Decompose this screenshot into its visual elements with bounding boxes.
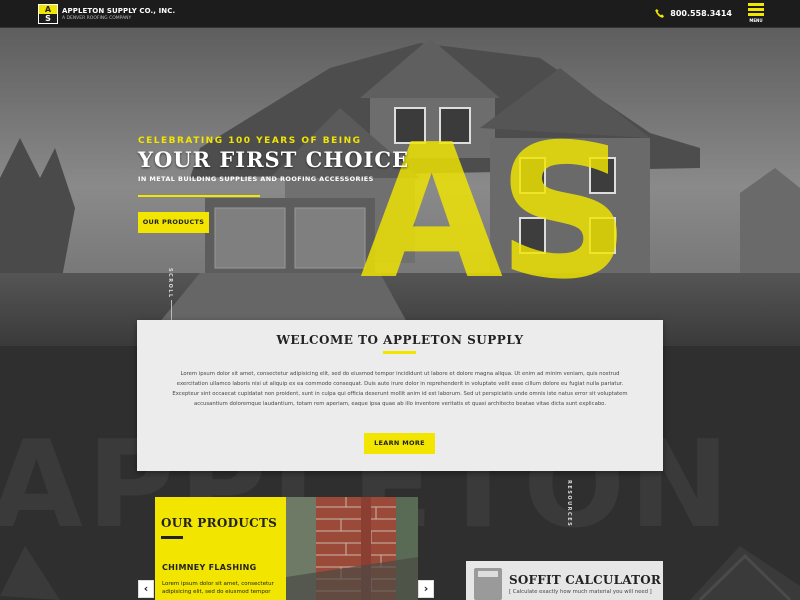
hero-divider [138, 195, 260, 197]
hamburger-icon-bar [748, 13, 764, 16]
phone-icon [655, 9, 665, 18]
hero-section: AS CELEBRATING 100 YEARS OF BEING YOUR F… [0, 28, 800, 346]
phone-link[interactable]: 800.558.3414 [655, 9, 732, 18]
our-products-button[interactable]: OUR PRODUCTS [138, 212, 209, 233]
product-description: Lorem ipsum dolor sit amet, consectetur … [162, 581, 274, 595]
brand-name: APPLETON SUPPLY CO., INC. [62, 7, 176, 15]
top-navigation-bar: A S APPLETON SUPPLY CO., INC. A DENVER R… [0, 0, 800, 28]
soffit-calculator-title: SOFFIT CALCULATOR [509, 573, 662, 587]
logo-letter-a: A [39, 5, 57, 14]
hero-kicker: CELEBRATING 100 YEARS OF BEING [138, 136, 409, 146]
products-title: OUR PRODUCTS [161, 516, 278, 530]
resources-label[interactable]: RESOURCES [566, 480, 572, 527]
hero-headline: YOUR FIRST CHOICE [138, 147, 410, 172]
product-image-chimney[interactable] [286, 497, 418, 600]
product-name[interactable]: CHIMNEY FLASHING [162, 563, 257, 572]
welcome-title: WELCOME TO APPLETON SUPPLY [276, 333, 524, 347]
menu-button[interactable]: MENU [748, 3, 764, 23]
hamburger-icon-bar [748, 8, 764, 11]
learn-more-button[interactable]: LEARN MORE [364, 433, 435, 454]
hero-kicker-pre: CELEBRATING [138, 136, 229, 146]
menu-label: MENU [749, 18, 763, 23]
chimney-brick-image [286, 497, 418, 600]
calculator-icon [474, 568, 502, 600]
hero-kicker-post: YEARS OF BEING [251, 136, 362, 146]
soffit-calculator-tagline: [ Calculate exactly how much material yo… [509, 589, 652, 595]
scroll-label: SCROLL [167, 268, 173, 299]
hero-copy: CELEBRATING 100 YEARS OF BEING YOUR FIRS… [138, 136, 409, 197]
logo-letter-s: S [45, 14, 51, 23]
soffit-calculator-card[interactable]: SOFFIT CALCULATOR [ Calculate exactly ho… [466, 561, 663, 600]
welcome-card: WELCOME TO APPLETON SUPPLY Lorem ipsum d… [137, 320, 663, 471]
hero-kicker-number: 100 [228, 136, 252, 146]
welcome-title-underline [383, 351, 416, 354]
phone-number: 800.558.3414 [670, 9, 732, 18]
products-card: OUR PRODUCTS CHIMNEY FLASHING Lorem ipsu… [155, 497, 286, 600]
logo[interactable]: A S [38, 4, 58, 24]
carousel-prev-button[interactable]: ‹ [138, 580, 154, 598]
hamburger-icon [748, 3, 764, 6]
products-title-underline [161, 536, 183, 539]
welcome-body: Lorem ipsum dolor sit amet, consectetur … [172, 371, 628, 407]
carousel-next-button[interactable]: › [418, 580, 434, 598]
brand-subtitle: A DENVER ROOFING COMPANY [62, 16, 132, 21]
calculator-screen [478, 571, 498, 577]
hero-subhead: IN METAL BUILDING SUPPLIES AND ROOFING A… [138, 175, 374, 183]
